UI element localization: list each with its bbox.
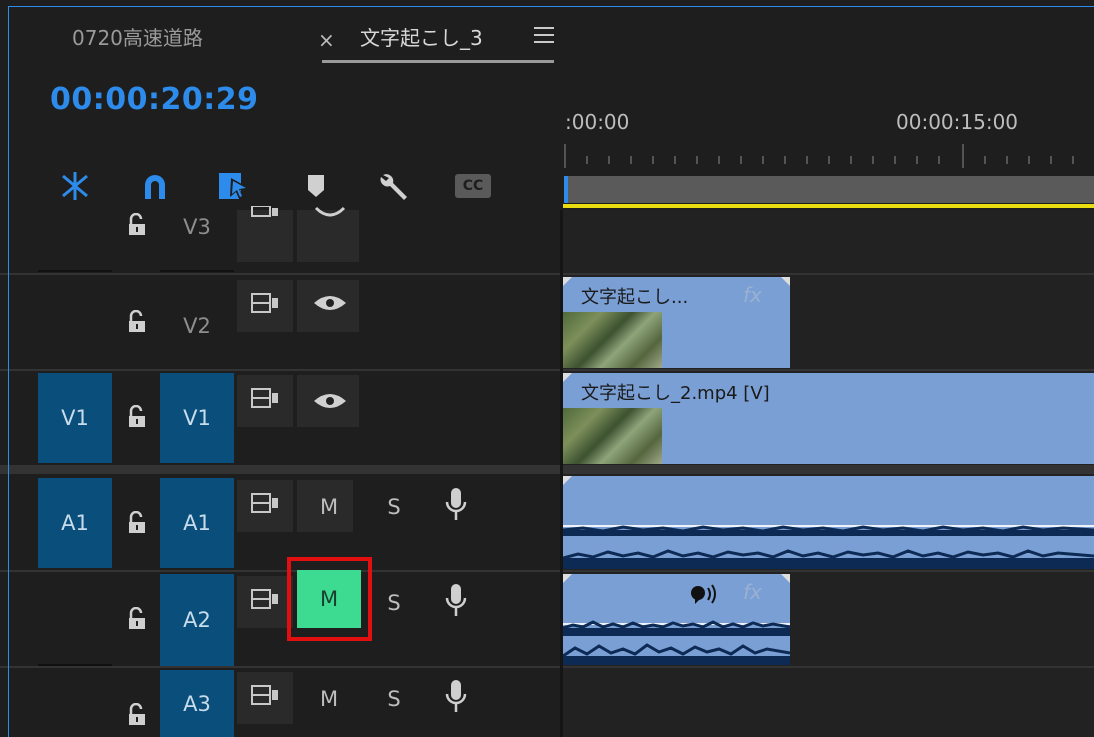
v2-track-label[interactable]: V2 [160,306,234,346]
v3-src-underline [38,270,112,272]
v1-clip-thumbnail [563,408,662,464]
a1-source-patch[interactable]: A1 [38,478,112,568]
playhead[interactable] [564,176,568,203]
snap-magnet-icon[interactable] [137,168,173,204]
a2-voiceover-mic-icon[interactable] [443,582,469,620]
close-tab-button[interactable]: × [318,28,335,52]
a1-sync-lock-icon[interactable] [250,492,282,514]
v3-lock-icon[interactable] [126,213,148,237]
a3-lane[interactable] [563,668,1094,737]
captions-icon[interactable]: CC [455,168,491,204]
a3-lock-icon[interactable] [126,703,148,727]
v2-sync-lock-icon[interactable] [250,292,282,314]
v1-sync-lock-icon[interactable] [250,387,282,409]
v1-target-patch[interactable]: V1 [160,373,234,463]
v1-lock-icon[interactable] [126,405,148,429]
work-area-bar[interactable] [568,176,1094,203]
marker-icon[interactable] [298,168,334,204]
time-ruler[interactable] [563,140,1094,170]
v3-eye-icon[interactable] [314,206,346,220]
render-status-bar [563,204,1094,208]
v3-tgt-underline [160,270,234,272]
v2-clip-start-corner [563,277,572,286]
a2-clip[interactable]: fx [563,574,790,665]
video-audio-divider[interactable] [0,465,560,474]
v2-lock-icon[interactable] [126,310,148,334]
tab-transcript-3[interactable]: 文字起こし_3 [360,22,483,51]
lane-va-divider [563,465,1094,474]
mute-highlight-box [287,557,372,641]
v2-eye-icon[interactable] [312,293,348,313]
a1-clip-start-corner [563,476,572,485]
a1-mute-button[interactable]: M [309,490,349,524]
a2-clip-waveform [563,620,790,665]
a2-clip-start-corner [563,574,572,583]
v2-clip-fx-badge[interactable]: fx [743,283,762,307]
track-divider [0,273,560,275]
track-divider [0,666,560,668]
v2-clip-name: 文字起こし... [581,287,689,308]
v2-clip-thumbnail [563,312,662,368]
a1-voiceover-mic-icon[interactable] [443,486,469,524]
ruler-mid-label: 00:00:15:00 [896,110,1019,134]
track-divider [0,570,560,572]
a2-clip-end-corner [781,574,790,583]
ruler-start-label: :00:00 [565,110,630,134]
v1-clip[interactable]: 文字起こし_2.mp4 [V] [563,373,1094,464]
v1-source-patch[interactable]: V1 [38,373,112,463]
playhead-timecode[interactable]: 00:00:20:29 [50,82,258,117]
a2-sync-lock-icon[interactable] [250,588,282,610]
a2-clip-speech-icon [691,584,716,604]
a3-target-patch[interactable]: A3 [160,670,234,737]
a2-lock-icon[interactable] [126,607,148,631]
a2-target-patch[interactable]: A2 [160,574,234,666]
v1-eye-icon[interactable] [312,391,348,411]
a1-lock-icon[interactable] [126,511,148,535]
v2-clip-end-corner [781,277,790,286]
nest-icon[interactable] [57,168,93,204]
wrench-icon[interactable] [376,168,412,204]
a3-voiceover-mic-icon[interactable] [443,678,469,716]
v1-clip-name: 文字起こし_2.mp4 [V] [581,383,770,404]
v3-sync-lock-icon[interactable] [250,206,282,220]
a1-target-patch[interactable]: A1 [160,478,234,568]
v1-clip-start-corner [563,373,572,382]
panel-menu-icon[interactable] [534,27,554,45]
tab-0720[interactable]: 0720高速道路 [72,22,203,51]
a3-mute-button[interactable]: M [309,682,349,716]
track-divider [0,369,560,371]
v2-clip[interactable]: 文字起こし... fx [563,277,790,368]
a3-solo-button[interactable]: S [374,682,414,716]
a2-solo-button[interactable]: S [374,586,414,620]
a3-sync-lock-icon[interactable] [250,684,282,706]
a1-clip-waveform [563,525,1094,569]
a1-clip[interactable] [563,476,1094,569]
v3-track-label[interactable]: V3 [160,212,234,242]
v3-lane[interactable] [563,210,1094,273]
active-tab-underline [322,60,554,63]
a1-solo-button[interactable]: S [374,490,414,524]
linked-selection-icon[interactable] [216,168,252,204]
a2-clip-fx-badge[interactable]: fx [743,580,762,604]
